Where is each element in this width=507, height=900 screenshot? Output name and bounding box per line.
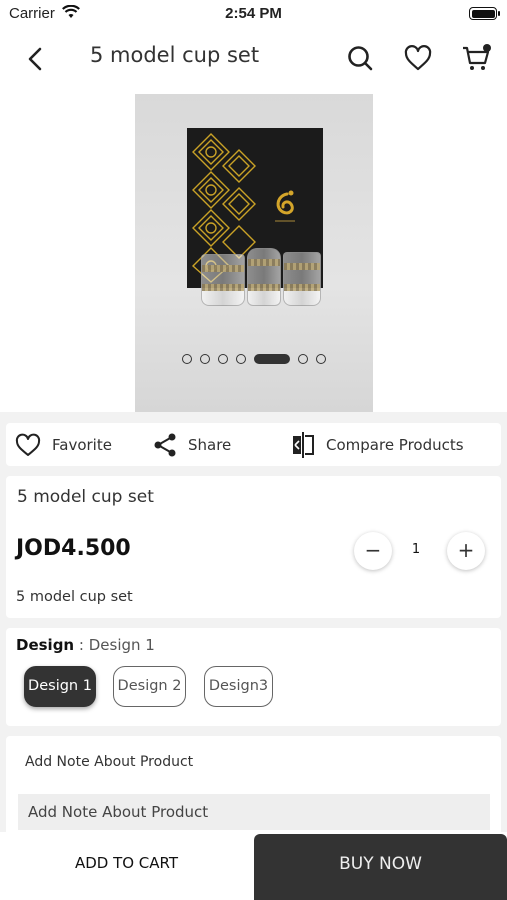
carousel-dot[interactable]	[297, 354, 308, 364]
cart-icon[interactable]	[460, 42, 492, 74]
design-label: Design : Design 1	[16, 636, 155, 654]
design-option-2[interactable]: Design 2	[113, 666, 186, 707]
design-option-3[interactable]: Design3	[204, 666, 273, 707]
status-bar: Carrier 2:54 PM	[0, 0, 507, 28]
product-note-card: Add Note About Product	[6, 736, 501, 836]
favorite-label: Favorite	[52, 436, 112, 454]
compare-icon	[293, 432, 314, 458]
product-price: JOD4.500	[16, 536, 131, 561]
brand-logo-icon	[275, 190, 295, 222]
note-heading: Add Note About Product	[25, 754, 194, 770]
page-title: 5 model cup set	[90, 43, 260, 67]
add-to-cart-button[interactable]: ADD TO CART	[0, 832, 253, 900]
nav-bar: 5 model cup set	[0, 28, 507, 90]
carousel-dot[interactable]	[217, 354, 228, 364]
share-button[interactable]: Share	[152, 431, 231, 459]
heart-icon[interactable]	[402, 42, 434, 74]
carousel-dot[interactable]	[235, 354, 246, 364]
buy-now-button[interactable]: BUY NOW	[254, 834, 507, 900]
design-selector: Design : Design 1 Design 1 Design 2 Desi…	[6, 628, 501, 726]
carousel-dot[interactable]	[181, 354, 192, 364]
carousel-dot[interactable]	[199, 354, 210, 364]
carousel-dot[interactable]	[315, 354, 326, 364]
cup-image	[247, 248, 281, 306]
search-icon[interactable]	[344, 42, 376, 74]
favorite-button[interactable]: Favorite	[14, 431, 112, 459]
design-label-separator: :	[74, 636, 89, 654]
cup-image	[283, 252, 321, 306]
quantity-increase-button[interactable]: +	[447, 532, 485, 570]
design-option-1[interactable]: Design 1	[24, 666, 96, 707]
selected-design: Design 1	[88, 636, 155, 654]
compare-button[interactable]: Compare Products	[290, 431, 464, 459]
product-gallery[interactable]	[0, 90, 507, 412]
battery-icon	[469, 7, 500, 20]
checkout-bar: ADD TO CART BUY NOW	[0, 832, 507, 900]
quantity-decrease-button[interactable]: −	[354, 532, 392, 570]
product-description: 5 model cup set	[16, 589, 133, 605]
quantity-value: 1	[411, 542, 421, 557]
design-label-title: Design	[16, 636, 75, 654]
heart-icon	[15, 433, 41, 456]
clock: 2:54 PM	[225, 5, 282, 22]
back-chevron-icon[interactable]	[22, 44, 50, 74]
product-name: 5 model cup set	[17, 487, 154, 507]
carousel-dot-active[interactable]	[253, 354, 290, 364]
carousel-indicator[interactable]	[0, 352, 507, 366]
share-label: Share	[188, 436, 232, 454]
product-actions: Favorite Share Compare Products	[6, 423, 501, 466]
compare-label: Compare Products	[326, 436, 464, 454]
share-icon	[154, 433, 176, 457]
cup-image	[201, 254, 245, 306]
product-info-card: 5 model cup set JOD4.500 − 1 + 5 model c…	[6, 476, 501, 618]
note-input[interactable]	[18, 794, 490, 830]
